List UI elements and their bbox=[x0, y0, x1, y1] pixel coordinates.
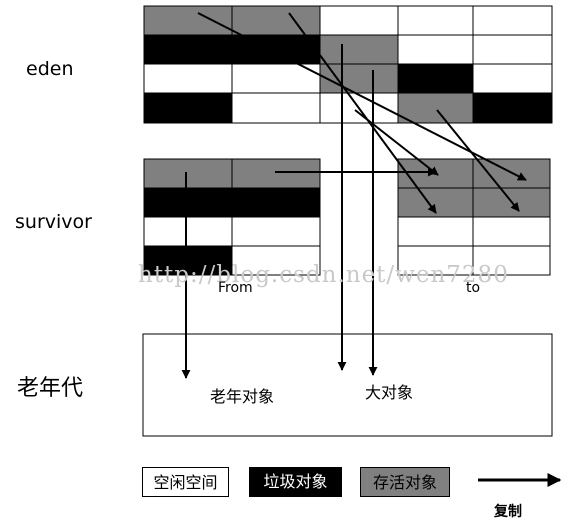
legend-copy-label: 复制 bbox=[494, 504, 522, 520]
memory-cell-alive bbox=[319, 63, 399, 94]
memory-cell-free bbox=[472, 216, 551, 247]
memory-cell-garbage bbox=[143, 187, 233, 218]
old-object-label: 老年对象 bbox=[210, 387, 275, 406]
from-label: From bbox=[218, 280, 253, 296]
eden-grid bbox=[143, 5, 553, 124]
memory-cell-free bbox=[231, 92, 321, 124]
memory-cell-garbage bbox=[397, 63, 474, 94]
survivor-from-grid bbox=[143, 158, 321, 276]
memory-cell-free bbox=[319, 5, 399, 36]
old-generation-label: 老年代 bbox=[17, 376, 84, 401]
memory-cell-garbage bbox=[143, 92, 233, 124]
survivor-to-grid bbox=[397, 158, 551, 276]
old-generation-box bbox=[142, 333, 553, 437]
memory-cell-alive bbox=[397, 92, 474, 124]
memory-cell-free bbox=[397, 216, 474, 247]
to-label: to bbox=[466, 280, 481, 296]
memory-cell-free bbox=[231, 216, 321, 247]
legend-alive: 存活对象 bbox=[360, 467, 450, 497]
memory-cell-garbage bbox=[231, 34, 321, 65]
memory-cell-garbage bbox=[143, 34, 233, 65]
memory-cell-alive bbox=[143, 158, 233, 189]
memory-cell-free bbox=[472, 5, 553, 36]
watermark: http://blog.csdn.net/wen7280 bbox=[138, 262, 509, 288]
memory-cell-free bbox=[397, 34, 474, 65]
eden-label: eden bbox=[26, 58, 74, 80]
survivor-label: survivor bbox=[15, 211, 92, 233]
memory-cell-free bbox=[143, 63, 233, 94]
legend-garbage: 垃圾对象 bbox=[249, 467, 342, 497]
memory-cell-alive bbox=[231, 158, 321, 189]
memory-cell-free bbox=[143, 216, 233, 247]
large-object-label: 大对象 bbox=[365, 383, 414, 402]
memory-cell-free bbox=[472, 63, 553, 94]
memory-cell-alive bbox=[143, 5, 233, 36]
memory-cell-garbage bbox=[231, 187, 321, 218]
memory-cell-alive bbox=[231, 5, 321, 36]
legend-free: 空闲空间 bbox=[142, 467, 229, 497]
memory-cell-free bbox=[397, 5, 474, 36]
memory-cell-free bbox=[472, 34, 553, 65]
memory-cell-garbage bbox=[472, 92, 553, 124]
memory-cell-alive bbox=[319, 34, 399, 65]
